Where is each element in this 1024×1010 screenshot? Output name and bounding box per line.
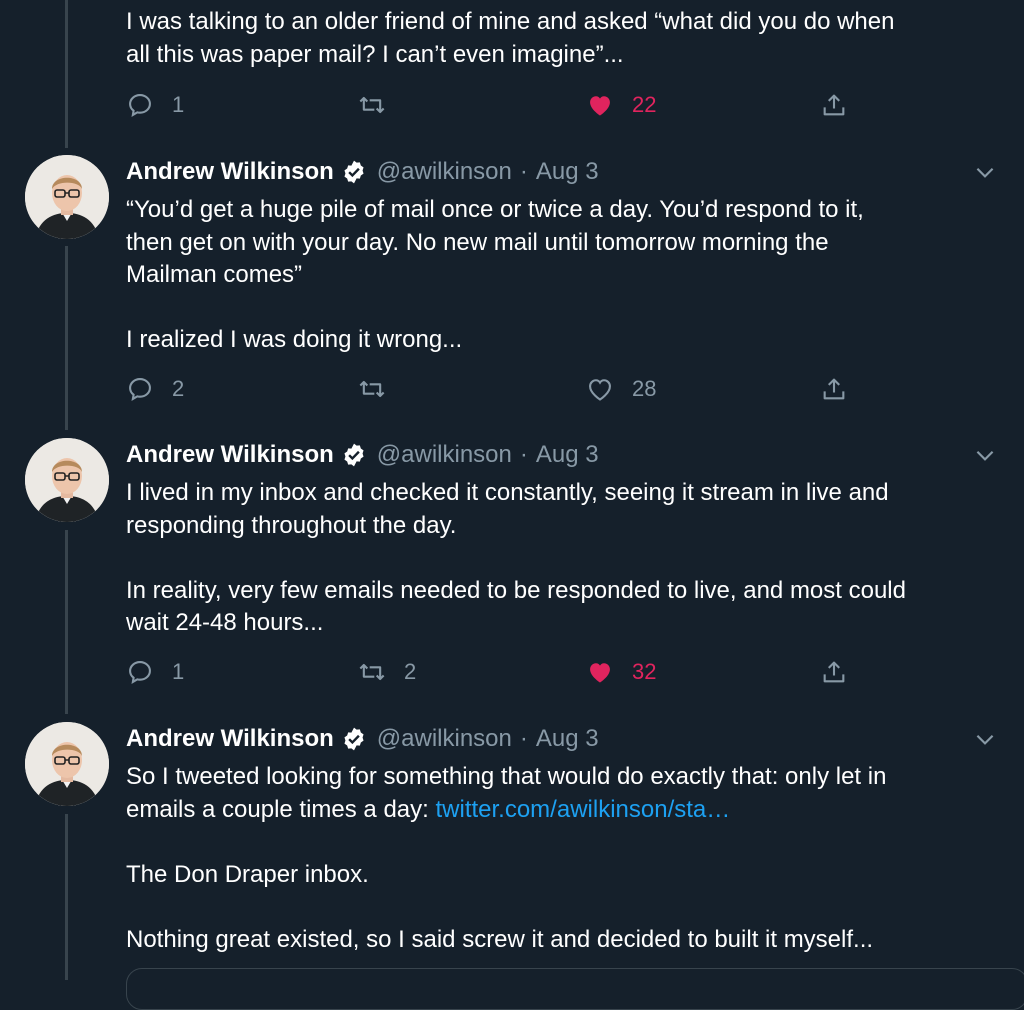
like-count: 28 [632, 376, 657, 401]
tweet-date[interactable]: Aug 3 [536, 158, 599, 186]
share-button[interactable] [820, 655, 848, 689]
quoted-card-border[interactable] [126, 968, 1024, 1010]
separator-dot: · [519, 725, 528, 752]
verified-badge-icon [344, 160, 364, 184]
chevron-down-icon[interactable] [972, 442, 998, 468]
chevron-down-icon[interactable] [972, 726, 998, 752]
reply-button[interactable]: 1 [126, 655, 184, 689]
heart-filled-icon [590, 663, 610, 683]
avatar[interactable] [25, 155, 109, 239]
tweet-text: So I tweeted looking for something that … [126, 761, 1006, 956]
tweet[interactable] [0, 0, 1024, 1]
reply-button[interactable]: 1 [126, 88, 184, 122]
author-name[interactable]: Andrew Wilkinson [126, 725, 334, 753]
thread-line [65, 530, 68, 714]
avatar[interactable] [25, 438, 109, 522]
verified-badge-icon [344, 727, 364, 751]
reply-count: 1 [172, 92, 185, 117]
thread-line [65, 246, 68, 430]
retweet-button[interactable] [358, 372, 386, 406]
tweet-text: I lived in my inbox and checked it const… [126, 479, 906, 636]
reply-icon [129, 94, 151, 117]
share-button[interactable] [820, 372, 848, 406]
share-icon [823, 378, 845, 400]
tweet-text-part: The Don Draper inbox. Nothing great exis… [126, 860, 874, 953]
tweet-text: “You’d get a huge pile of mail once or t… [126, 196, 864, 353]
retweet-button[interactable] [358, 88, 386, 122]
share-icon [823, 94, 845, 116]
author-handle[interactable]: @awilkinson [377, 725, 512, 753]
tweet-actions: 1 2 32 [126, 655, 886, 689]
author-name[interactable]: Andrew Wilkinson [126, 158, 334, 186]
author-name[interactable]: Andrew Wilkinson [126, 441, 334, 469]
tweet-actions: 2 28 [126, 372, 886, 406]
retweet-icon [359, 663, 385, 681]
profile-photo [25, 155, 109, 239]
profile-photo [25, 722, 109, 806]
retweet-icon [359, 96, 385, 114]
heart-outline-icon [589, 379, 611, 401]
retweet-button[interactable]: 2 [358, 655, 416, 689]
tweet-date[interactable]: Aug 3 [536, 725, 599, 753]
reply-button[interactable]: 2 [126, 372, 184, 406]
retweet-count: 2 [404, 659, 417, 684]
reply-icon [129, 378, 151, 401]
reply-icon [129, 661, 151, 684]
tweet-header: Andrew Wilkinson @awilkinson · Aug 3 [126, 438, 599, 472]
retweet-icon [359, 380, 385, 398]
share-button[interactable] [820, 88, 848, 122]
separator-dot: · [519, 158, 528, 185]
tweet-header: Andrew Wilkinson @awilkinson · Aug 3 [126, 155, 599, 189]
tweet-text: I was talking to an older friend of mine… [126, 8, 895, 68]
tweet-link[interactable]: twitter.com/awilkinson/sta… [435, 796, 730, 823]
tweet-date[interactable]: Aug 3 [536, 441, 599, 469]
chevron-down-icon[interactable] [972, 159, 998, 185]
profile-photo [25, 438, 109, 522]
like-count: 22 [632, 92, 657, 117]
like-count: 32 [632, 659, 657, 684]
avatar[interactable] [25, 722, 109, 806]
like-button[interactable]: 22 [586, 88, 656, 122]
tweet-header: Andrew Wilkinson @awilkinson · Aug 3 [126, 722, 599, 756]
tweet-previous[interactable]: I was talking to an older friend of mine… [0, 0, 1024, 130]
thread-line [65, 814, 68, 980]
reply-count: 2 [172, 376, 185, 401]
reply-count: 1 [172, 659, 185, 684]
verified-badge-icon [344, 443, 364, 467]
heart-filled-icon [590, 96, 610, 116]
share-icon [823, 661, 845, 683]
author-handle[interactable]: @awilkinson [377, 441, 512, 469]
author-handle[interactable]: @awilkinson [377, 158, 512, 186]
like-button[interactable]: 32 [586, 655, 656, 689]
tweet-actions: 1 22 [126, 88, 886, 122]
like-button[interactable]: 28 [586, 372, 656, 406]
separator-dot: · [519, 441, 528, 468]
